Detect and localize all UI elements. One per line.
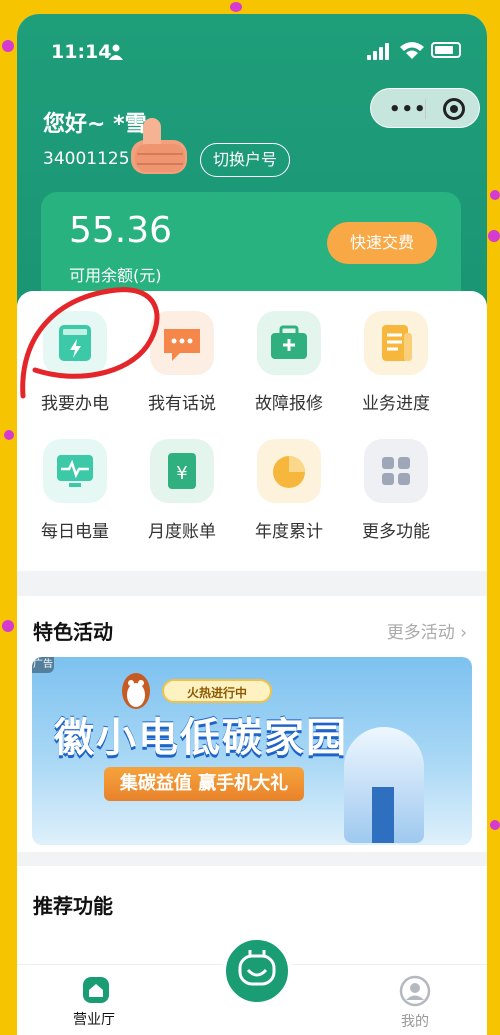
- service-label: 年度累计: [255, 522, 323, 542]
- service-label: 业务进度: [362, 394, 430, 414]
- more-activities-link[interactable]: 更多活动 ›: [387, 618, 467, 643]
- tab-home-label[interactable]: 营业厅: [73, 1009, 115, 1029]
- robot-face-icon: [238, 950, 276, 986]
- service-label: 月度账单: [148, 522, 216, 542]
- document-icon: [364, 311, 428, 375]
- wifi-icon: [400, 42, 424, 59]
- decor-dot: [4, 430, 14, 440]
- service-monthly-bill[interactable]: ¥ 月度账单: [132, 439, 232, 559]
- service-label: 每日电量: [41, 522, 109, 542]
- annotation-circle: [20, 287, 160, 399]
- bill-yuan-icon: ¥: [150, 439, 214, 503]
- ad-tag: 广告: [32, 657, 54, 673]
- service-label: 更多功能: [362, 522, 430, 542]
- battery-icon: [431, 42, 461, 58]
- decor-dot: [2, 620, 14, 632]
- status-bar: 11:14: [17, 38, 487, 68]
- switch-account-button[interactable]: 切换户号: [200, 143, 291, 177]
- service-fault-repair[interactable]: 故障报修: [239, 311, 339, 431]
- profile-icon[interactable]: [399, 975, 431, 1007]
- center-mascot-button[interactable]: [222, 936, 292, 1006]
- capsule-divider: [425, 99, 426, 119]
- pie-chart-icon: [257, 439, 321, 503]
- service-daily-usage[interactable]: 每日电量: [25, 439, 125, 559]
- service-label: 故障报修: [255, 394, 323, 414]
- miniapp-capsule: •••: [370, 88, 480, 128]
- close-target-icon[interactable]: [443, 98, 465, 120]
- decor-dot: [488, 230, 500, 242]
- banner-subtitle: 集碳益值 赢手机大礼: [104, 767, 304, 801]
- banner-title: 徽小电低碳家园: [54, 715, 348, 761]
- thumbs-up-icon: [131, 118, 187, 174]
- decor-dot: [2, 40, 14, 52]
- signal-icon: [367, 43, 391, 60]
- toolbox-icon: [257, 311, 321, 375]
- quick-pay-button[interactable]: 快速交费: [327, 222, 437, 264]
- tab-mine-label[interactable]: 我的: [401, 1011, 429, 1031]
- service-annual-total[interactable]: 年度累计: [239, 439, 339, 559]
- decor-dot: [490, 190, 500, 200]
- activity-banner[interactable]: 广告 火热进行中 徽小电低碳家园 集碳益值 赢手机大礼: [32, 657, 472, 845]
- status-time: 11:14: [51, 41, 112, 63]
- home-icon[interactable]: [81, 975, 111, 1005]
- person-icon: [109, 44, 123, 60]
- decor-dot: [230, 2, 242, 12]
- decor-dot: [490, 820, 500, 830]
- banner-status: 火热进行中: [162, 679, 272, 703]
- tower-illustration: [344, 727, 424, 843]
- grid-more-icon: [364, 439, 428, 503]
- more-menu-icon[interactable]: •••: [389, 99, 427, 120]
- monitor-pulse-icon: [43, 439, 107, 503]
- service-more[interactable]: 更多功能: [346, 439, 446, 559]
- svg-text:¥: ¥: [176, 463, 187, 484]
- penguin-mascot-icon: [122, 673, 150, 709]
- recommend-title: 推荐功能: [33, 894, 113, 918]
- phone-screen: 11:14 ••• 您好~ *雪 34001125 切换户号 55.36 可用余…: [17, 14, 487, 1035]
- service-progress[interactable]: 业务进度: [346, 311, 446, 431]
- account-number: 34001125: [43, 149, 130, 169]
- activities-title: 特色活动: [33, 620, 113, 644]
- balance-amount: 55.36: [69, 210, 173, 251]
